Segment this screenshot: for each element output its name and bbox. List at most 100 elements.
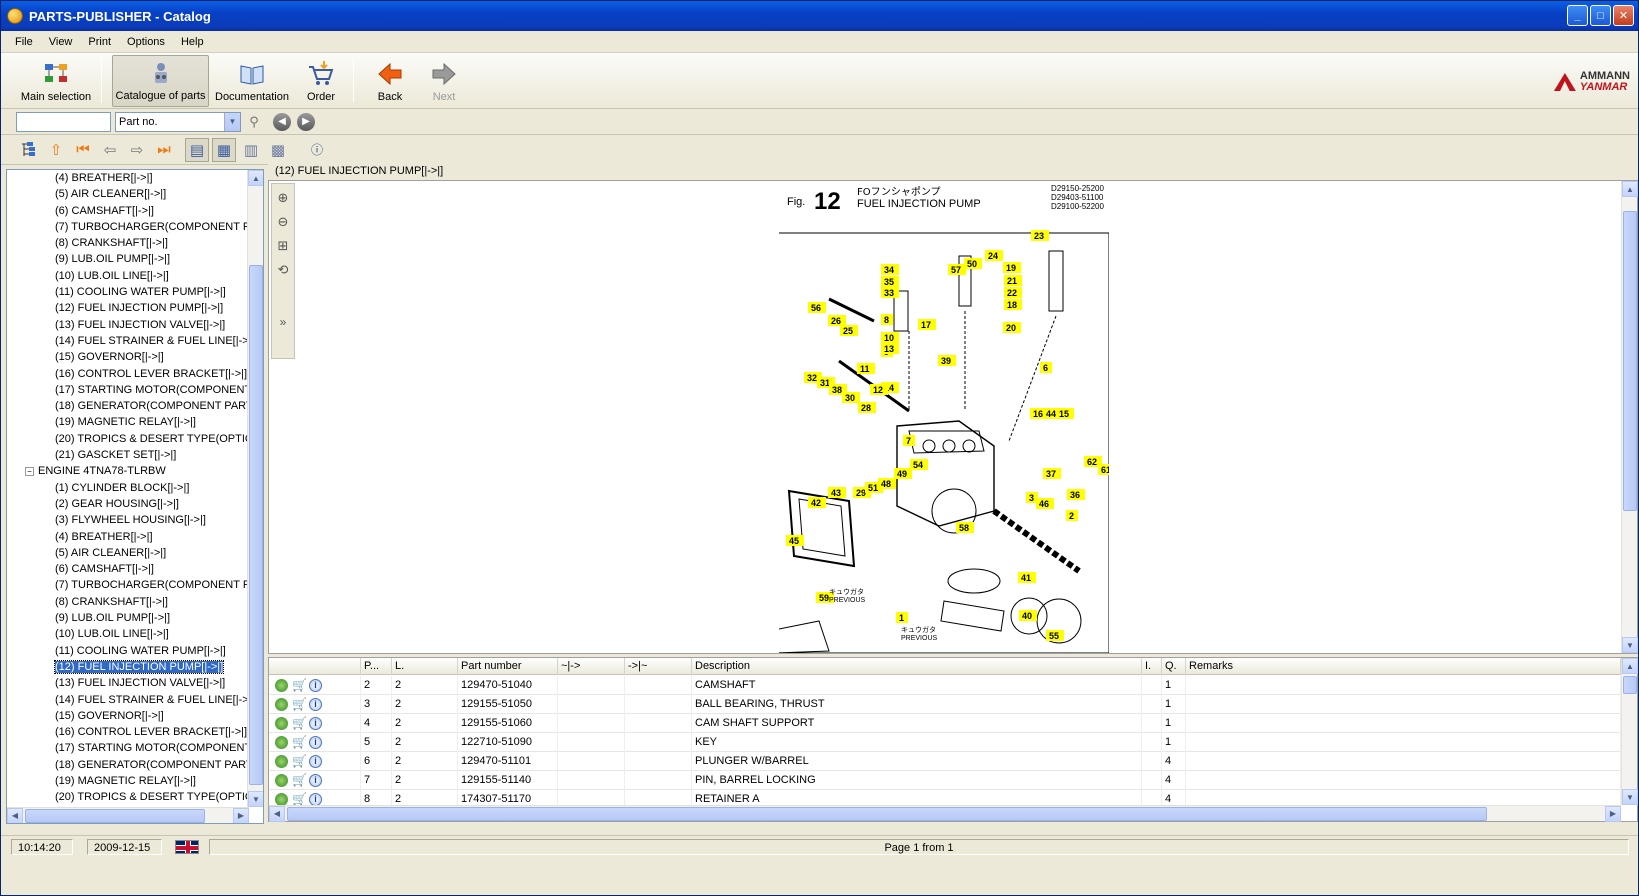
add-to-cart-icon[interactable]: 🛒 xyxy=(292,774,307,787)
callout-number[interactable]: 1 xyxy=(899,613,904,623)
next-result-icon[interactable]: ▶ xyxy=(297,112,315,131)
callout-number[interactable]: 56 xyxy=(811,303,821,313)
tree-item[interactable]: (17) STARTING MOTOR(COMPONENT PAR xyxy=(7,740,249,756)
callout-number[interactable]: 51 xyxy=(868,483,878,493)
tree-item[interactable]: (15) GOVERNOR[|->|] xyxy=(7,349,249,365)
table-scroll-thumb[interactable] xyxy=(1623,676,1637,694)
zoom-fit-icon[interactable]: ⊞ xyxy=(273,236,293,256)
zoom-reset-icon[interactable]: ⟲ xyxy=(273,260,293,280)
tree-item[interactable]: (10) LUB.OIL LINE[|->|] xyxy=(7,268,249,284)
tree-item[interactable]: (5) AIR CLEANER[|->|] xyxy=(7,186,249,202)
tree-item[interactable]: (12) FUEL INJECTION PUMP[|->|] xyxy=(7,659,249,675)
callout-number[interactable]: 12 xyxy=(873,385,883,395)
maximize-button[interactable]: □ xyxy=(1590,5,1611,26)
tree-item[interactable]: (15) GOVERNOR[|->|] xyxy=(7,708,249,724)
tree-item[interactable]: (4) BREATHER[|->|] xyxy=(7,529,249,545)
table-row[interactable]: 🛒 i 7 2 129155-51140 PIN, BARREL LOCKING 4 xyxy=(269,771,1621,790)
callout-number[interactable]: 26 xyxy=(831,316,841,326)
tree-item[interactable]: (6) CAMSHAFT[|->|] xyxy=(7,203,249,219)
grid-view-icon[interactable]: ▩ xyxy=(266,138,290,162)
callout-number[interactable]: 19 xyxy=(1006,263,1016,273)
callout-number[interactable]: 32 xyxy=(807,373,817,383)
tree-group-engine[interactable]: − ENGINE 4TNA78-TLRBW xyxy=(7,463,249,479)
callout-number[interactable]: 31 xyxy=(820,378,830,388)
callout-number[interactable]: 6 xyxy=(1043,363,1048,373)
callout-number[interactable]: 2 xyxy=(1069,511,1074,521)
callout-number[interactable]: 28 xyxy=(861,403,871,413)
tree-vertical-scrollbar[interactable]: ▲ ▼ xyxy=(247,170,263,807)
tree-hscroll-thumb[interactable] xyxy=(25,808,205,823)
back-button[interactable]: Back xyxy=(370,55,410,107)
info-icon[interactable]: i xyxy=(309,773,322,787)
callout-number[interactable]: 37 xyxy=(1046,469,1056,479)
table-row[interactable]: 🛒 i 4 2 129155-51060 CAM SHAFT SUPPORT 1 xyxy=(269,714,1621,733)
tree-item[interactable]: (12) FUEL INJECTION PUMP[|->|] xyxy=(7,300,249,316)
callout-number[interactable]: 38 xyxy=(832,385,842,395)
callout-number[interactable]: 59 xyxy=(819,593,829,603)
callout-number[interactable]: 21 xyxy=(1007,276,1017,286)
tree-item[interactable]: (7) TURBOCHARGER(COMPONENT PARTS xyxy=(7,577,249,593)
scroll-left-icon[interactable]: ◀ xyxy=(7,807,23,823)
tree-item[interactable]: (20) TROPICS & DESERT TYPE(OPTIONAL xyxy=(7,431,249,447)
tree-item[interactable]: (8) CRANKSHAFT[|->|] xyxy=(7,235,249,251)
callout-number[interactable]: 55 xyxy=(1049,631,1059,641)
table-horizontal-scrollbar[interactable]: ◀ ▶ xyxy=(269,805,1621,822)
tree-item[interactable]: (19) MAGNETIC RELAY[|->|] xyxy=(7,414,249,430)
drawing-scroll-thumb[interactable] xyxy=(1623,211,1637,511)
callout-number[interactable]: 34 xyxy=(884,265,894,275)
tree-item[interactable]: (1) CYLINDER BLOCK[|->|] xyxy=(7,480,249,496)
table-row[interactable]: 🛒 i 5 2 122710-51090 KEY 1 xyxy=(269,733,1621,752)
level-up-icon[interactable]: ⇧ xyxy=(44,138,68,162)
callout-number[interactable]: 49 xyxy=(897,469,907,479)
gear-icon[interactable] xyxy=(275,773,288,787)
callout-number[interactable]: 50 xyxy=(967,259,977,269)
tree-item[interactable]: (18) GENERATOR(COMPONENT PARTS)[|- xyxy=(7,398,249,414)
info-icon[interactable]: i xyxy=(309,792,322,806)
tree-item[interactable]: (8) CRANKSHAFT[|->|] xyxy=(7,594,249,610)
callout-number[interactable]: 18 xyxy=(1007,300,1017,310)
callout-number[interactable]: 22 xyxy=(1007,288,1017,298)
callout-number[interactable]: 48 xyxy=(881,479,891,489)
callout-number[interactable]: 33 xyxy=(884,288,894,298)
callout-number[interactable]: 15 xyxy=(1059,409,1069,419)
callout-number[interactable]: 7 xyxy=(906,436,911,446)
tree-horizontal-scrollbar[interactable]: ◀ ▶ xyxy=(7,807,249,823)
tree-item[interactable]: (9) LUB.OIL PUMP[|->|] xyxy=(7,251,249,267)
header-quantity[interactable]: Q. xyxy=(1162,658,1186,675)
gear-icon[interactable] xyxy=(275,678,288,692)
callout-number[interactable]: 16 xyxy=(1033,409,1043,419)
catalogue-button[interactable]: Catalogue of parts xyxy=(112,55,209,107)
prev-icon[interactable]: ⇦ xyxy=(98,138,122,162)
callout-number[interactable]: 57 xyxy=(951,265,961,275)
menu-help[interactable]: Help xyxy=(173,36,212,48)
expand-icon[interactable]: » xyxy=(273,312,293,332)
info-icon[interactable]: i xyxy=(309,678,322,692)
add-to-cart-icon[interactable]: 🛒 xyxy=(292,755,307,768)
next-button[interactable]: Next xyxy=(424,55,464,107)
callout-number[interactable]: 17 xyxy=(921,320,931,330)
callout-number[interactable]: 40 xyxy=(1022,611,1032,621)
table-row[interactable]: 🛒 i 2 2 129470-51040 CAMSHAFT 1 xyxy=(269,676,1621,695)
tree-item[interactable]: (2) GEAR HOUSING[|->|] xyxy=(7,496,249,512)
tree-item[interactable]: (14) FUEL STRAINER & FUEL LINE[|->|] xyxy=(7,333,249,349)
tree-scroll-thumb[interactable] xyxy=(249,265,263,785)
search-field-select[interactable]: Part no. ▼ xyxy=(115,111,241,132)
table-vertical-scrollbar[interactable]: ▲ ▼ xyxy=(1621,658,1638,805)
chevron-down-icon[interactable]: ▼ xyxy=(224,112,240,131)
callout-number[interactable]: 11 xyxy=(860,364,870,374)
detail-view-icon[interactable]: ▥ xyxy=(239,138,263,162)
info-icon[interactable]: i xyxy=(309,716,322,730)
scroll-left-icon[interactable]: ◀ xyxy=(269,805,285,822)
tree-item[interactable]: (16) CONTROL LEVER BRACKET[|->|] xyxy=(7,724,249,740)
next-icon[interactable]: ⇨ xyxy=(125,138,149,162)
scroll-down-icon[interactable]: ▼ xyxy=(1622,637,1638,653)
header-pos[interactable]: P... xyxy=(361,658,392,675)
scroll-up-icon[interactable]: ▲ xyxy=(1622,658,1638,674)
callout-number[interactable]: 29 xyxy=(856,488,866,498)
add-to-cart-icon[interactable]: 🛒 xyxy=(292,793,307,806)
callout-number[interactable]: 20 xyxy=(1006,323,1016,333)
gear-icon[interactable] xyxy=(275,792,288,806)
scroll-up-icon[interactable]: ▲ xyxy=(248,170,263,186)
tree-item[interactable]: (20) TROPICS & DESERT TYPE(OPTIONAL xyxy=(7,789,249,805)
header-description[interactable]: Description xyxy=(692,658,1142,675)
